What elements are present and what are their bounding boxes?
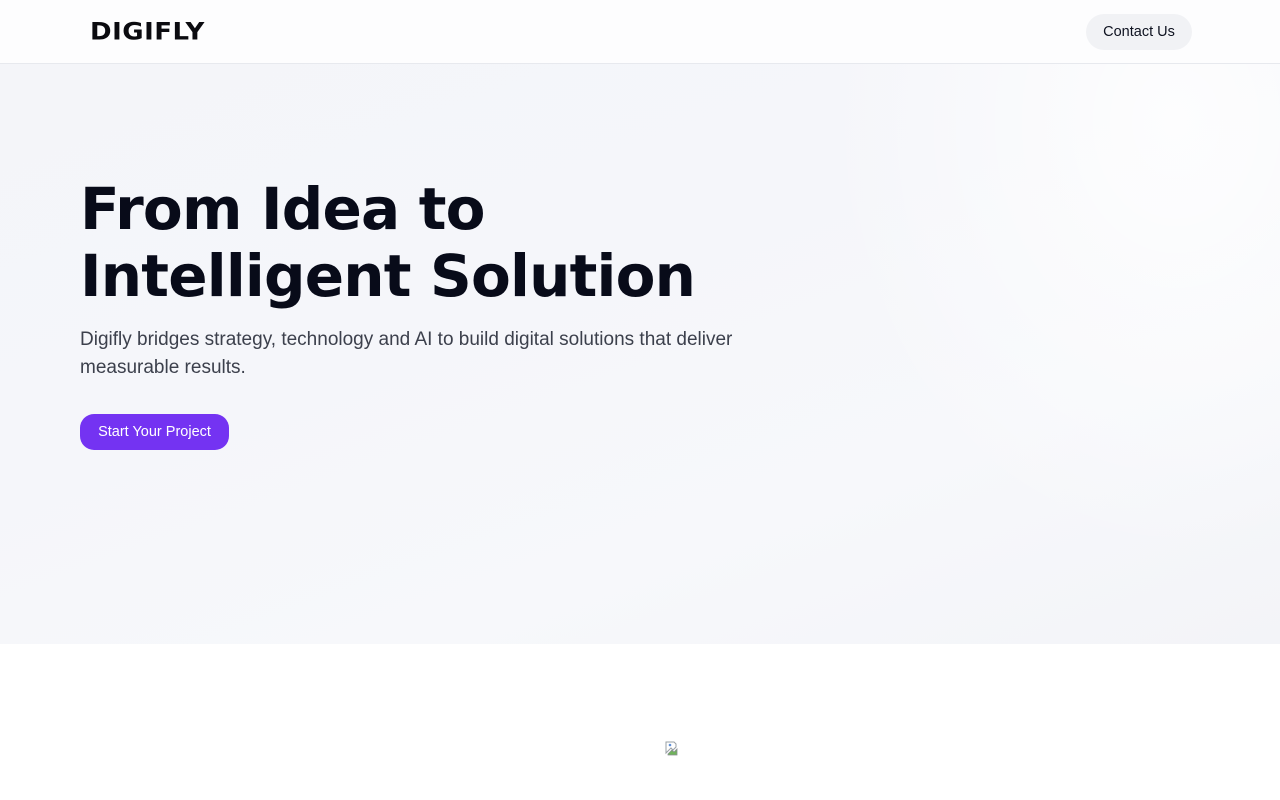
hero-section: From Idea to Intelligent Solution Digifl… (0, 64, 1280, 644)
hero-subtitle: Digifly bridges strategy, technology and… (80, 329, 733, 378)
start-project-button[interactable]: Start Your Project (80, 414, 229, 450)
hero-title: From Idea to Intelligent Solution (80, 175, 696, 310)
broken-image-icon (665, 741, 681, 757)
content-section (0, 644, 1280, 800)
site-header: DIGIFLY Contact Us (0, 0, 1280, 64)
contact-us-button[interactable]: Contact Us (1086, 14, 1192, 50)
logo-text: DIGIFLY (90, 18, 205, 46)
logo[interactable]: DIGIFLY (90, 19, 205, 45)
